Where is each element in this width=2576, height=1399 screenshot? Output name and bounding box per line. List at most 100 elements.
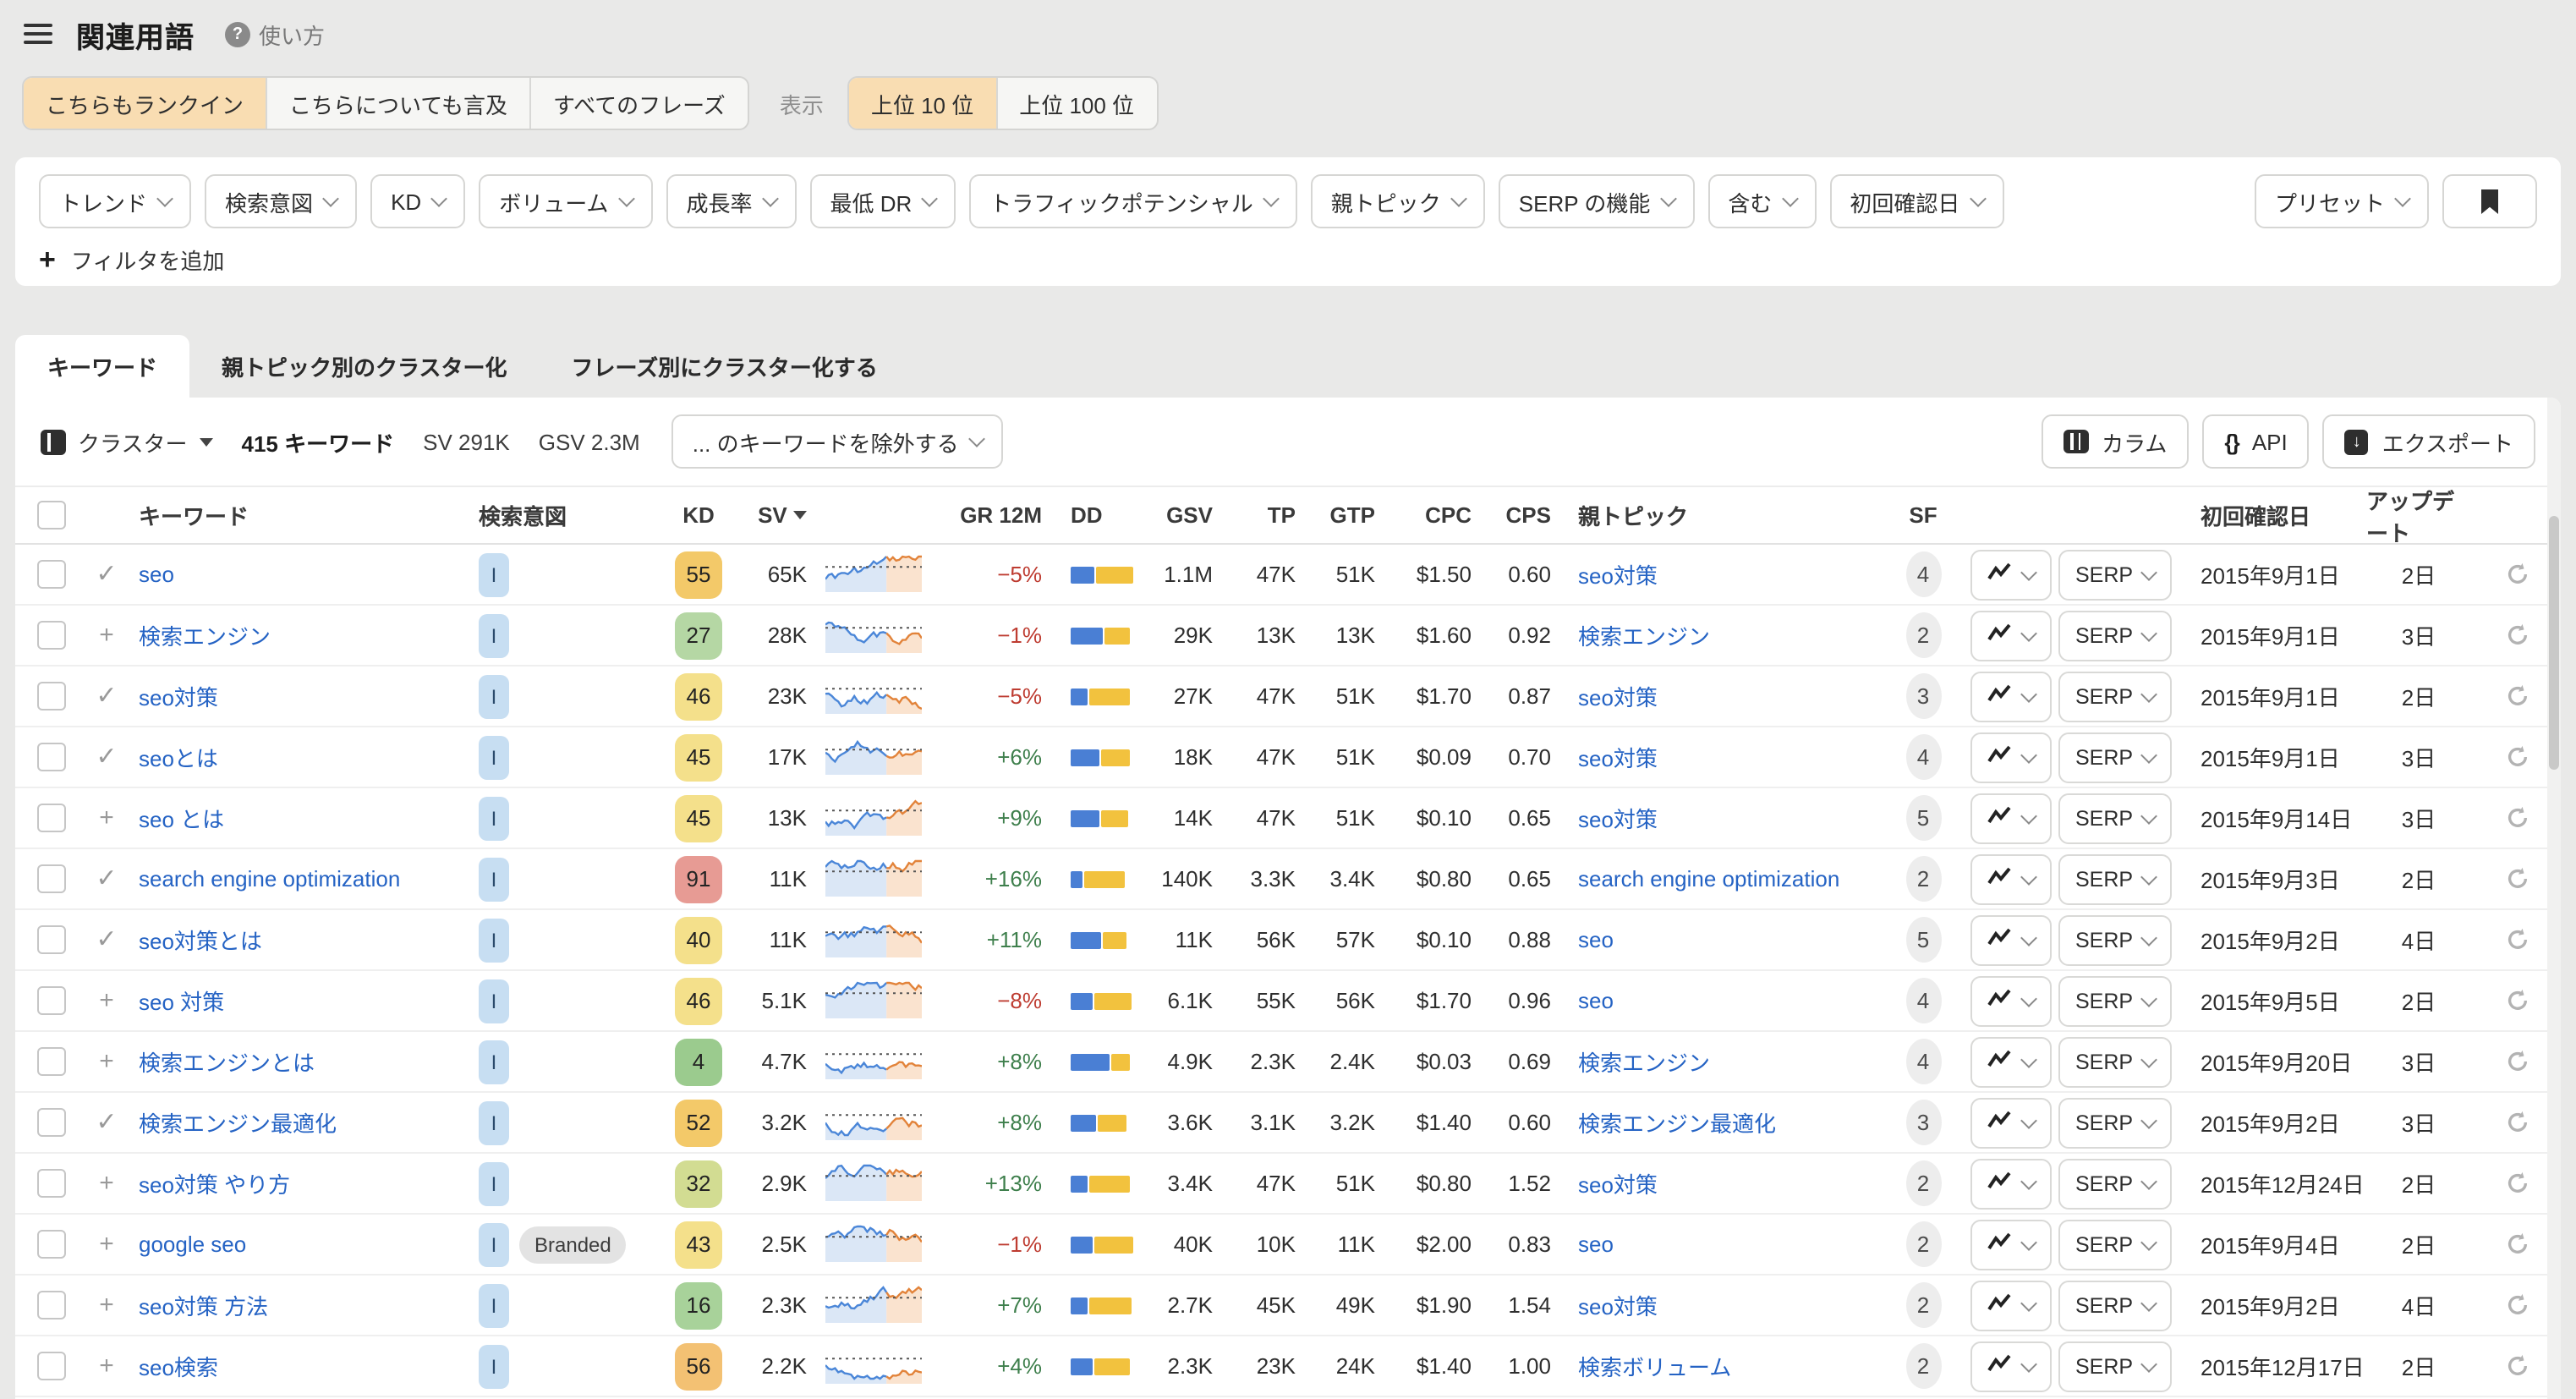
parent-topic-link[interactable]: seo対策 — [1578, 741, 1658, 773]
mode-tab-1[interactable]: こちらについても言及 — [266, 78, 529, 129]
trend-chart-dropdown[interactable] — [1970, 732, 2052, 782]
keyword-link[interactable]: 検索エンジン最適化 — [139, 1106, 337, 1138]
keyword-link[interactable]: seo対策とは — [139, 924, 262, 956]
trend-chart-dropdown[interactable] — [1970, 1280, 2052, 1330]
row-checkbox[interactable] — [37, 621, 66, 650]
added-check-icon[interactable]: ✓ — [96, 866, 117, 892]
refresh-icon[interactable] — [2505, 1232, 2530, 1257]
serp-dropdown[interactable]: SERP — [2058, 914, 2172, 965]
refresh-icon[interactable] — [2505, 1292, 2530, 1318]
col-header-kd[interactable]: KD — [671, 487, 726, 543]
parent-topic-link[interactable]: seo対策 — [1578, 1289, 1658, 1321]
bookmark-button[interactable] — [2442, 174, 2537, 228]
serp-dropdown[interactable]: SERP — [2058, 1036, 2172, 1087]
trend-chart-dropdown[interactable] — [1970, 1036, 2052, 1087]
add-plus-icon[interactable]: + — [99, 1049, 114, 1074]
refresh-icon[interactable] — [2505, 683, 2530, 709]
rank-tab-0[interactable]: 上位 10 位 — [849, 78, 995, 129]
serp-dropdown[interactable]: SERP — [2058, 975, 2172, 1026]
parent-topic-link[interactable]: 検索エンジン — [1578, 619, 1710, 651]
row-checkbox[interactable] — [37, 1169, 66, 1198]
keyword-link[interactable]: seoとは — [139, 741, 218, 773]
keyword-link[interactable]: seo検索 — [139, 1350, 218, 1382]
serp-dropdown[interactable]: SERP — [2058, 853, 2172, 904]
serp-dropdown[interactable]: SERP — [2058, 1219, 2172, 1270]
filter-button-8[interactable]: SERP の機能 — [1499, 174, 1695, 228]
preset-button[interactable]: プリセット — [2255, 174, 2429, 228]
filter-button-6[interactable]: トラフィックポテンシャル — [969, 174, 1297, 228]
refresh-icon[interactable] — [2505, 1049, 2530, 1074]
parent-topic-link[interactable]: 検索エンジン最適化 — [1578, 1106, 1776, 1138]
parent-topic-link[interactable]: seo — [1578, 1232, 1614, 1257]
add-plus-icon[interactable]: + — [99, 988, 114, 1013]
col-header-update[interactable]: アップデート — [2366, 487, 2471, 543]
col-header-sv[interactable]: SV — [719, 487, 807, 543]
trend-chart-dropdown[interactable] — [1970, 853, 2052, 904]
added-check-icon[interactable]: ✓ — [96, 562, 117, 587]
col-header-cps[interactable]: CPS — [1446, 487, 1551, 543]
trend-chart-dropdown[interactable] — [1970, 1158, 2052, 1209]
refresh-icon[interactable] — [2505, 988, 2530, 1013]
hamburger-menu-icon[interactable] — [24, 24, 52, 44]
refresh-icon[interactable] — [2505, 866, 2530, 892]
add-plus-icon[interactable]: + — [99, 805, 114, 831]
serp-dropdown[interactable]: SERP — [2058, 1097, 2172, 1148]
tab-2[interactable]: フレーズ別にクラスター化する — [540, 335, 910, 398]
row-checkbox[interactable] — [37, 925, 66, 954]
filter-button-1[interactable]: 検索意図 — [205, 174, 357, 228]
keyword-link[interactable]: seo対策 — [139, 680, 218, 712]
col-header-gr[interactable]: GR 12M — [937, 487, 1042, 543]
refresh-icon[interactable] — [2505, 927, 2530, 952]
added-check-icon[interactable]: ✓ — [96, 683, 117, 709]
keyword-link[interactable]: seo対策 方法 — [139, 1289, 268, 1321]
parent-topic-link[interactable]: seo対策 — [1578, 1167, 1658, 1199]
keyword-link[interactable]: seo 対策 — [139, 985, 224, 1017]
refresh-icon[interactable] — [2505, 744, 2530, 770]
serp-dropdown[interactable]: SERP — [2058, 671, 2172, 721]
filter-button-4[interactable]: 成長率 — [666, 174, 796, 228]
serp-dropdown[interactable]: SERP — [2058, 1158, 2172, 1209]
refresh-icon[interactable] — [2505, 1171, 2530, 1196]
col-header-keyword[interactable]: キーワード — [139, 487, 249, 543]
add-plus-icon[interactable]: + — [99, 1353, 114, 1379]
refresh-icon[interactable] — [2505, 805, 2530, 831]
serp-dropdown[interactable]: SERP — [2058, 793, 2172, 843]
add-plus-icon[interactable]: + — [99, 1171, 114, 1196]
filter-button-0[interactable]: トレンド — [39, 174, 191, 228]
keyword-link[interactable]: search engine optimization — [139, 866, 400, 892]
add-plus-icon[interactable]: + — [99, 623, 114, 648]
keyword-link[interactable]: seo とは — [139, 802, 224, 834]
filter-button-2[interactable]: KD — [370, 174, 465, 228]
mode-tab-0[interactable]: こちらもランクイン — [24, 78, 266, 129]
scrollbar-thumb[interactable] — [2549, 516, 2559, 770]
parent-topic-link[interactable]: seo対策 — [1578, 558, 1658, 590]
row-checkbox[interactable] — [37, 864, 66, 893]
rank-tab-1[interactable]: 上位 100 位 — [995, 78, 1156, 129]
keyword-link[interactable]: seo — [139, 562, 174, 587]
row-checkbox[interactable] — [37, 804, 66, 832]
row-checkbox[interactable] — [37, 743, 66, 771]
parent-topic-link[interactable]: seo対策 — [1578, 680, 1658, 712]
keyword-link[interactable]: seo対策 やり方 — [139, 1167, 290, 1199]
trend-chart-dropdown[interactable] — [1970, 1341, 2052, 1391]
trend-chart-dropdown[interactable] — [1970, 610, 2052, 661]
keyword-link[interactable]: google seo — [139, 1232, 246, 1257]
refresh-icon[interactable] — [2505, 1110, 2530, 1135]
serp-dropdown[interactable]: SERP — [2058, 610, 2172, 661]
col-header-parent-topic[interactable]: 親トピック — [1578, 487, 1688, 543]
trend-chart-dropdown[interactable] — [1970, 671, 2052, 721]
row-checkbox[interactable] — [37, 986, 66, 1015]
add-filter-button[interactable]: + フィルタを追加 — [39, 244, 2537, 276]
row-checkbox[interactable] — [37, 560, 66, 589]
filter-button-3[interactable]: ボリューム — [479, 174, 652, 228]
tab-1[interactable]: 親トピック別のクラスター化 — [189, 335, 540, 398]
col-header-intent[interactable]: 検索意図 — [479, 487, 567, 543]
filter-button-5[interactable]: 最低 DR — [809, 174, 956, 228]
refresh-icon[interactable] — [2505, 562, 2530, 587]
parent-topic-link[interactable]: seo — [1578, 988, 1614, 1013]
parent-topic-link[interactable]: 検索ボリューム — [1578, 1350, 1731, 1382]
filter-button-10[interactable]: 初回確認日 — [1829, 174, 2003, 228]
add-plus-icon[interactable]: + — [99, 1292, 114, 1318]
parent-topic-link[interactable]: seo対策 — [1578, 802, 1658, 834]
col-header-sf[interactable]: SF — [1899, 487, 1947, 543]
